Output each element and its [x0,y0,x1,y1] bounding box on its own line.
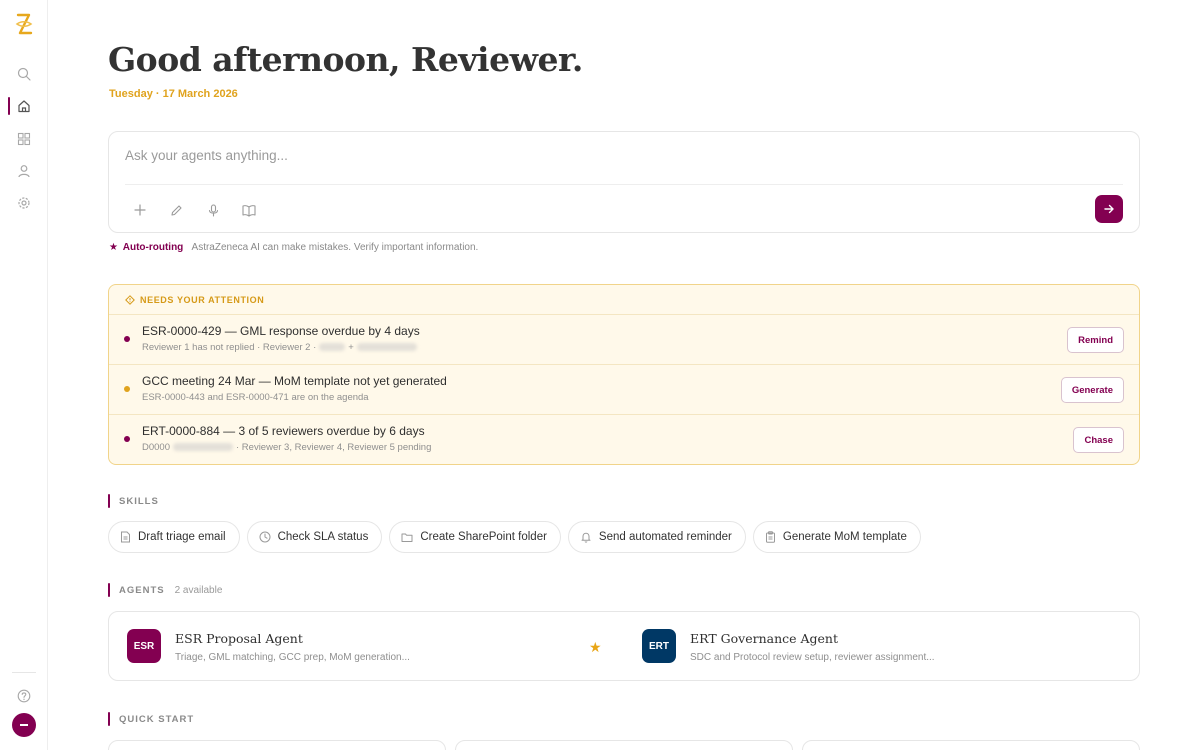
pencil-icon[interactable] [165,199,187,221]
attention-item-title: ERT-0000-884 — 3 of 5 reviewers overdue … [142,424,425,438]
sidebar-active-indicator [8,97,10,115]
attention-item: ESR-0000-429 — GML response overdue by 4… [109,314,1139,364]
page-title: Good afternoon, Reviewer. [108,40,583,79]
user-icon[interactable] [12,159,36,183]
document-icon [120,531,131,543]
attention-item: GCC meeting 24 Mar — MoM template not ye… [109,364,1139,414]
clipboard-icon [765,531,776,543]
agent-badge: ERT [642,629,676,663]
attention-header: NEEDS YOUR ATTENTION [125,295,264,305]
remind-button[interactable]: Remind [1067,327,1124,353]
skills-list: Draft triage email Check SLA status Crea… [108,521,921,553]
microphone-icon[interactable] [202,199,224,221]
agent-card-esr[interactable]: ESR ESR Proposal Agent Triage, GML match… [127,612,587,680]
quick-start-card[interactable] [802,740,1140,750]
redacted-text [319,343,346,352]
folder-icon [401,532,413,543]
redacted-text [356,343,417,352]
routing-notice: ★ Auto-routing AstraZeneca AI can make m… [109,242,478,253]
agent-description: Triage, GML matching, GCC prep, MoM gene… [175,652,410,663]
home-icon[interactable] [12,94,36,118]
attention-item-title: ESR-0000-429 — GML response overdue by 4… [142,324,420,338]
star-icon: ★ [109,242,118,253]
agents-header: AGENTS 2 available [108,583,222,597]
status-dot [124,336,130,342]
plus-icon[interactable] [129,199,151,221]
help-icon[interactable] [12,684,36,708]
minus-icon [20,724,28,726]
quick-start-card[interactable] [455,740,793,750]
auto-routing-label[interactable]: Auto-routing [123,242,184,253]
sidebar-divider [12,672,36,673]
skill-draft-triage-email[interactable]: Draft triage email [108,521,240,553]
skills-header: SKILLS [108,494,159,508]
favorite-star-icon[interactable]: ★ [589,639,602,656]
agent-badge: ESR [127,629,161,663]
arrow-right-icon [1104,204,1114,214]
send-button[interactable] [1095,195,1123,223]
alert-diamond-icon [125,295,135,305]
astrazeneca-logo-icon[interactable] [12,12,36,36]
skill-generate-mom-template[interactable]: Generate MoM template [752,521,921,553]
attention-item: ERT-0000-884 — 3 of 5 reviewers overdue … [109,414,1139,464]
book-icon[interactable] [238,199,260,221]
attention-item-detail: ESR-0000-443 and ESR-0000-471 are on the… [142,392,369,403]
composer-divider [125,184,1123,185]
clock-icon [259,531,271,543]
bell-icon [580,531,592,543]
agents-panel: ESR ESR Proposal Agent Triage, GML match… [108,611,1140,681]
prompt-input[interactable] [125,148,1085,163]
ai-disclaimer: AstraZeneca AI can make mistakes. Verify… [191,242,479,253]
grid-icon[interactable] [12,127,36,151]
attention-item-detail: Reviewer 1 has not replied · Reviewer 2 … [142,342,420,353]
quick-start-header: QUICK START [108,712,194,726]
skill-check-sla-status[interactable]: Check SLA status [246,521,383,553]
chase-button[interactable]: Chase [1073,427,1124,453]
skill-send-automated-reminder[interactable]: Send automated reminder [567,521,746,553]
attention-panel: NEEDS YOUR ATTENTION ESR-0000-429 — GML … [108,284,1140,465]
agent-card-ert[interactable]: ERT ERT Governance Agent SDC and Protoco… [642,612,1122,680]
prompt-composer [108,131,1140,233]
avatar[interactable] [12,713,36,737]
quick-start-card[interactable] [108,740,446,750]
current-date: Tuesday · 17 March 2026 [109,88,238,100]
gear-icon[interactable] [12,191,36,215]
status-dot [124,386,130,392]
skill-create-sharepoint-folder[interactable]: Create SharePoint folder [389,521,561,553]
agent-name: ESR Proposal Agent [175,631,303,646]
status-dot [124,436,130,442]
agent-name: ERT Governance Agent [690,631,838,646]
redacted-text [173,443,233,452]
agent-description: SDC and Protocol review setup, reviewer … [690,652,935,663]
generate-button[interactable]: Generate [1060,377,1124,403]
attention-item-title: GCC meeting 24 Mar — MoM template not ye… [142,374,447,388]
attention-item-detail: D0000 · Reviewer 3, Reviewer 4, Reviewer … [142,442,432,453]
search-icon[interactable] [12,62,36,86]
sidebar [0,0,48,750]
agents-count: 2 available [174,584,223,596]
